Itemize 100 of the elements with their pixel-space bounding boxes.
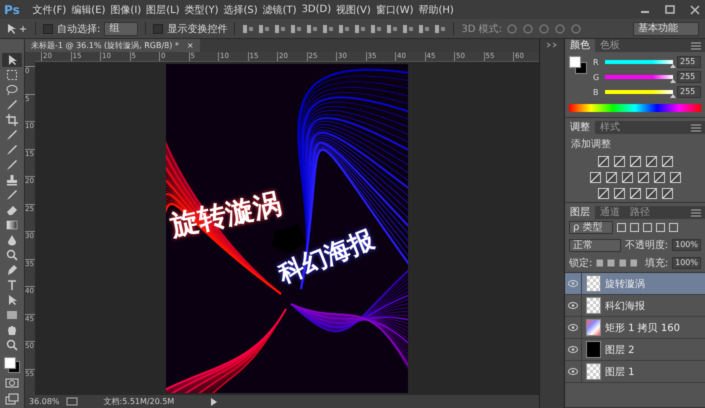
magnifier-icon[interactable] xyxy=(6,339,18,351)
layer-row[interactable]: 矩形 1 拷贝 160 xyxy=(565,317,705,339)
panel-tab[interactable]: 图层 xyxy=(565,206,595,219)
document-tab[interactable]: 未标题-1 @ 36.1% (旋转漩涡, RGB/8) * × xyxy=(25,39,200,52)
workspace-dropdown[interactable]: 基本功能 xyxy=(633,22,699,36)
quick-mask-icon[interactable] xyxy=(5,377,19,389)
align-icon[interactable] xyxy=(386,22,398,34)
color-spectrum[interactable] xyxy=(569,104,701,112)
adjustment-icon[interactable] xyxy=(662,156,672,167)
channel-value-field[interactable]: 255 xyxy=(677,86,701,98)
panel-tab[interactable]: 通道 xyxy=(595,206,625,219)
panel-menu-icon[interactable] xyxy=(691,42,701,50)
align-icon[interactable] xyxy=(274,22,286,34)
adjustment-icon[interactable] xyxy=(622,172,632,183)
stamp-icon[interactable] xyxy=(6,174,18,186)
menu-item[interactable]: 编辑(E) xyxy=(71,2,106,16)
channel-value-field[interactable]: 255 xyxy=(677,71,701,83)
brush-icon[interactable] xyxy=(6,129,18,141)
color-chips[interactable] xyxy=(569,56,587,74)
panel-tab[interactable]: 调整 xyxy=(565,121,595,134)
blend-mode-dropdown[interactable]: 正常 xyxy=(569,238,621,252)
eye-icon[interactable] xyxy=(568,324,578,331)
menu-item[interactable]: 3D(D) xyxy=(302,4,332,15)
adjustment-icon[interactable] xyxy=(646,156,656,167)
align-icon[interactable] xyxy=(434,22,446,34)
magnifier-icon[interactable] xyxy=(6,249,18,261)
arrow-tool-icon[interactable] xyxy=(6,294,18,306)
layer-filter-dropdown[interactable]: ρ 类型 xyxy=(569,221,613,234)
layer-row[interactable]: 科幻海报 xyxy=(565,295,705,317)
menu-item[interactable]: 选择(S) xyxy=(223,2,258,16)
pen-icon[interactable] xyxy=(6,264,18,276)
menu-item[interactable]: 窗口(W) xyxy=(376,2,414,16)
zoom-level[interactable]: 36.08% xyxy=(29,397,60,406)
menu-item[interactable]: 类型(Y) xyxy=(184,2,218,16)
brush-icon[interactable] xyxy=(6,99,18,111)
adjustment-icon[interactable] xyxy=(638,172,648,183)
fill-field[interactable]: 100% xyxy=(672,257,701,269)
drop-icon[interactable] xyxy=(6,234,18,246)
screen-mode-icon[interactable] xyxy=(5,393,19,405)
channel-value-field[interactable]: 255 xyxy=(677,56,701,68)
brush-icon[interactable] xyxy=(6,159,18,171)
layer-row[interactable]: 图层 1 xyxy=(565,361,705,383)
3d-tool-icon[interactable] xyxy=(538,22,550,34)
opacity-field[interactable]: 100% xyxy=(672,239,701,251)
layer-row[interactable]: 图层 2 xyxy=(565,339,705,361)
panel-menu-icon[interactable] xyxy=(691,208,701,216)
lasso-icon[interactable] xyxy=(6,84,18,96)
align-icon[interactable] xyxy=(402,22,414,34)
adjustment-icon[interactable] xyxy=(606,172,616,183)
eye-icon[interactable] xyxy=(568,346,578,353)
adjustment-icon[interactable] xyxy=(646,188,656,199)
auto-select-dropdown[interactable]: 组 xyxy=(104,22,138,36)
align-icon[interactable] xyxy=(290,22,302,34)
align-icon[interactable] xyxy=(338,22,350,34)
panel-tab[interactable]: 样式 xyxy=(595,121,625,134)
panel-tab[interactable]: 颜色 xyxy=(565,39,595,52)
eye-icon[interactable] xyxy=(568,280,578,287)
dashed-square-icon[interactable] xyxy=(6,69,18,81)
type-tool-icon[interactable] xyxy=(6,279,18,291)
color-swatches[interactable] xyxy=(4,357,20,373)
align-icon[interactable] xyxy=(418,22,430,34)
rectangle-icon[interactable] xyxy=(6,309,18,321)
align-icon[interactable] xyxy=(370,22,382,34)
3d-tool-icon[interactable] xyxy=(522,22,534,34)
menu-item[interactable]: 图像(I) xyxy=(110,2,142,16)
close-icon[interactable] xyxy=(689,4,701,14)
adjustment-icon[interactable] xyxy=(614,156,624,167)
adjustment-icon[interactable] xyxy=(598,156,608,167)
adjustment-icon[interactable] xyxy=(598,188,608,199)
panel-menu-icon[interactable] xyxy=(691,124,701,132)
3d-tool-icon[interactable] xyxy=(554,22,566,34)
eraser-icon[interactable] xyxy=(6,204,18,216)
align-icon[interactable] xyxy=(258,22,270,34)
auto-select-checkbox[interactable] xyxy=(43,24,53,34)
arrow-tool-icon[interactable] xyxy=(6,54,18,66)
adjustment-icon[interactable] xyxy=(590,172,600,183)
adjustment-icon[interactable] xyxy=(662,188,672,199)
align-icon[interactable] xyxy=(322,22,334,34)
adjustment-icon[interactable] xyxy=(630,188,640,199)
menu-item[interactable]: 文件(F) xyxy=(32,2,66,16)
crop-icon[interactable] xyxy=(6,114,18,126)
menu-item[interactable]: 滤镜(T) xyxy=(262,2,297,16)
adjustment-icon[interactable] xyxy=(670,172,680,183)
eye-icon[interactable] xyxy=(568,302,578,309)
align-icon[interactable] xyxy=(306,22,318,34)
move-tool-icon[interactable] xyxy=(6,22,28,34)
panel-tab[interactable]: 路径 xyxy=(625,206,655,219)
play-icon[interactable] xyxy=(210,398,218,406)
gradient-icon[interactable] xyxy=(6,219,18,231)
transform-controls-checkbox[interactable] xyxy=(153,24,164,34)
3d-tool-icon[interactable] xyxy=(506,22,518,34)
brush-icon[interactable] xyxy=(6,144,18,156)
menu-item[interactable]: 视图(V) xyxy=(336,2,371,16)
align-icon[interactable] xyxy=(354,22,366,34)
adjustment-icon[interactable] xyxy=(614,188,624,199)
adjustment-icon[interactable] xyxy=(654,172,664,183)
brush-icon[interactable] xyxy=(6,189,18,201)
adjustment-icon[interactable] xyxy=(630,156,640,167)
panel-tab[interactable]: 色板 xyxy=(595,39,625,52)
menu-item[interactable]: 帮助(H) xyxy=(418,2,454,16)
